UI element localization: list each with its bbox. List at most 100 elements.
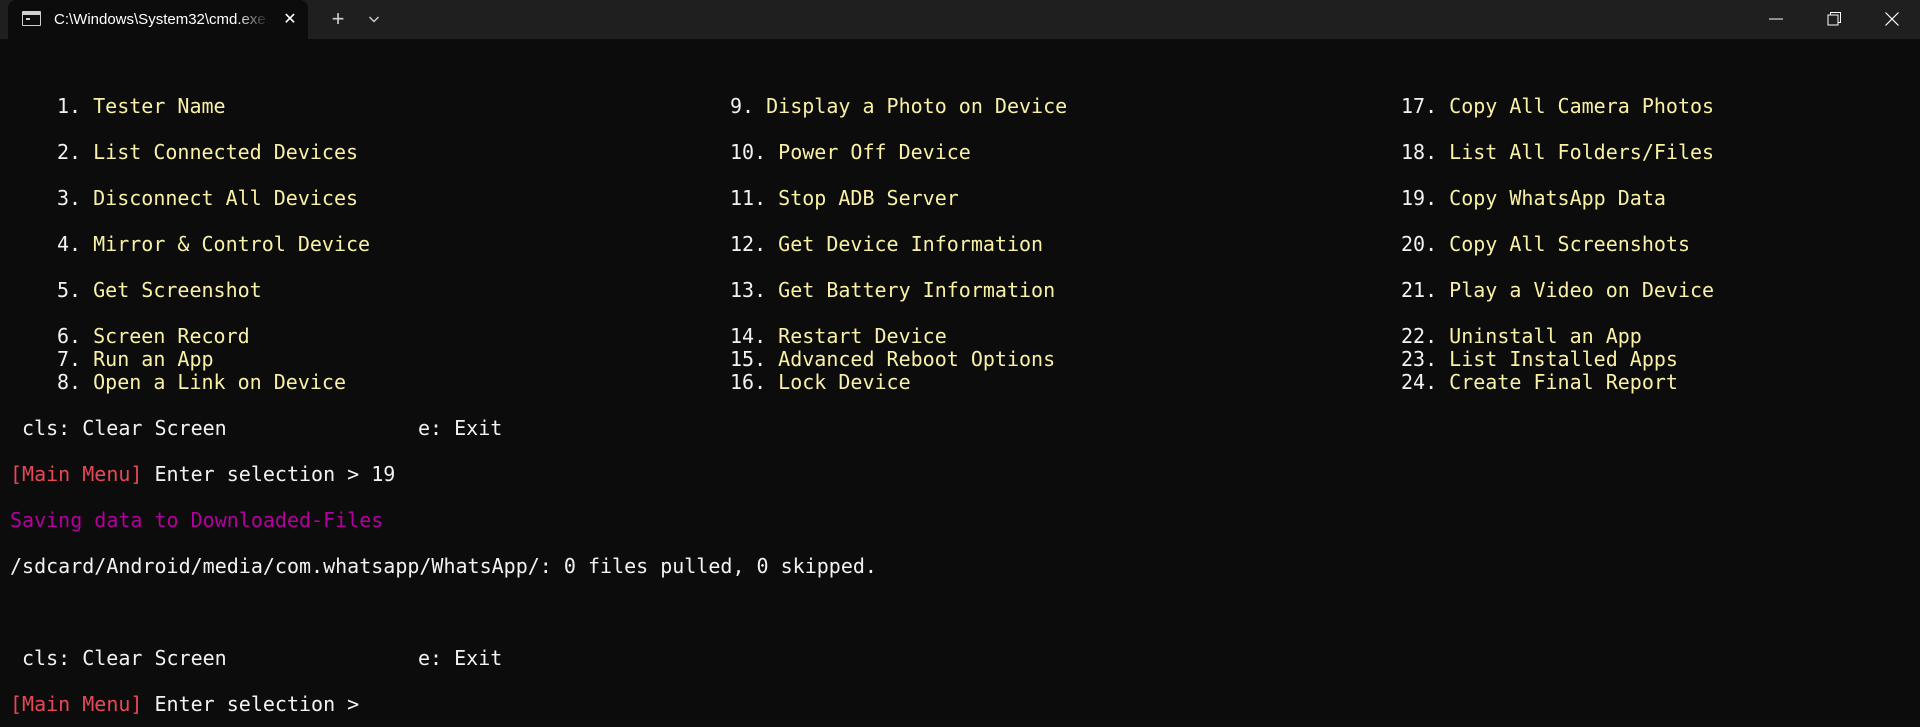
terminal-output[interactable]: 1. Tester Name 2. List Connected Devices… xyxy=(0,39,1920,727)
menu-item-number: 1. xyxy=(57,94,82,118)
menu-item: 22. Uninstall an App xyxy=(1401,324,1642,348)
close-tab-icon[interactable]: ✕ xyxy=(280,10,300,30)
tab-dropdown-button[interactable] xyxy=(362,6,386,32)
menu-item: 12. Get Device Information xyxy=(730,232,1043,256)
menu-item-label: Disconnect All Devices xyxy=(93,186,359,210)
shortcut-exit: e: Exit xyxy=(418,416,503,440)
menu-item-number: 5. xyxy=(57,278,82,302)
saving-message: Saving data to Downloaded-Files xyxy=(10,508,384,532)
menu-item-label: Play a Video on Device xyxy=(1449,278,1715,302)
menu-item-label: Stop ADB Server xyxy=(778,186,959,210)
menu-item: 15. Advanced Reboot Options xyxy=(730,347,1055,371)
menu-item-number: 10. xyxy=(730,140,767,164)
menu-item-label: Restart Device xyxy=(778,324,947,348)
menu-item: 7. Run an App xyxy=(57,347,214,371)
menu-item-number: 17. xyxy=(1401,94,1438,118)
menu-item-number: 13. xyxy=(730,278,767,302)
menu-item: 2. List Connected Devices xyxy=(57,140,358,164)
menu-item-number: 12. xyxy=(730,232,767,256)
menu-item-number: 22. xyxy=(1401,324,1438,348)
prompt-line: [Main Menu] Enter selection > 19 xyxy=(10,462,395,486)
menu-item-label: Screen Record xyxy=(93,324,250,348)
menu-item-number: 8. xyxy=(57,370,82,394)
prompt-line[interactable]: [Main Menu] Enter selection > xyxy=(10,692,371,716)
menu-item: 14. Restart Device xyxy=(730,324,947,348)
menu-item-label: Display a Photo on Device xyxy=(766,94,1068,118)
menu-item-label: Get Screenshot xyxy=(93,278,262,302)
shortcut-clear: cls: Clear Screen xyxy=(22,646,227,670)
restore-button[interactable] xyxy=(1805,0,1863,38)
restore-icon xyxy=(1827,12,1841,26)
menu-item: 11. Stop ADB Server xyxy=(730,186,959,210)
title-bar: C:\Windows\System32\cmd.exe ✕ + xyxy=(0,0,1920,39)
menu-item-number: 19. xyxy=(1401,186,1438,210)
prompt-text: Enter selection > xyxy=(142,462,372,486)
minimize-icon xyxy=(1769,18,1783,20)
menu-item: 21. Play a Video on Device xyxy=(1401,278,1714,302)
menu-item-number: 6. xyxy=(57,324,82,348)
menu-item-number: 3. xyxy=(57,186,82,210)
menu-item: 5. Get Screenshot xyxy=(57,278,262,302)
menu-item: 23. List Installed Apps xyxy=(1401,347,1678,371)
menu-item-number: 9. xyxy=(730,94,755,118)
menu-item-number: 18. xyxy=(1401,140,1438,164)
prompt-text: Enter selection > xyxy=(142,692,372,716)
menu-item-number: 15. xyxy=(730,347,767,371)
menu-item-label: Run an App xyxy=(93,347,214,371)
chevron-down-icon xyxy=(369,16,379,23)
menu-item: 16. Lock Device xyxy=(730,370,911,394)
menu-item-number: 11. xyxy=(730,186,767,210)
menu-item: 3. Disconnect All Devices xyxy=(57,186,358,210)
menu-item: 8. Open a Link on Device xyxy=(57,370,346,394)
menu-item-label: Advanced Reboot Options xyxy=(778,347,1056,371)
menu-item-number: 21. xyxy=(1401,278,1438,302)
shortcut-clear: cls: Clear Screen xyxy=(22,416,227,440)
menu-item-label: Copy All Screenshots xyxy=(1449,232,1690,256)
menu-item-number: 24. xyxy=(1401,370,1438,394)
menu-item-label: Get Device Information xyxy=(778,232,1044,256)
menu-item-label: List Connected Devices xyxy=(93,140,359,164)
menu-item-number: 2. xyxy=(57,140,82,164)
menu-item: 6. Screen Record xyxy=(57,324,250,348)
menu-item-label: Copy WhatsApp Data xyxy=(1449,186,1666,210)
menu-item: 20. Copy All Screenshots xyxy=(1401,232,1690,256)
menu-item-number: 4. xyxy=(57,232,82,256)
pull-result: /sdcard/Android/media/com.whatsapp/Whats… xyxy=(10,554,877,578)
menu-item: 10. Power Off Device xyxy=(730,140,971,164)
prompt-tag: [Main Menu] xyxy=(10,692,143,716)
minimize-button[interactable] xyxy=(1747,0,1805,38)
menu-item-number: 7. xyxy=(57,347,82,371)
shortcut-exit: e: Exit xyxy=(418,646,503,670)
menu-item-label: Tester Name xyxy=(93,94,226,118)
menu-item-label: Create Final Report xyxy=(1449,370,1678,394)
menu-item-number: 14. xyxy=(730,324,767,348)
menu-item: 1. Tester Name xyxy=(57,94,226,118)
close-window-button[interactable] xyxy=(1863,0,1920,38)
menu-item-label: Copy All Camera Photos xyxy=(1449,94,1715,118)
terminal-window: C:\Windows\System32\cmd.exe ✕ + 1. Teste… xyxy=(0,0,1920,727)
menu-item: 24. Create Final Report xyxy=(1401,370,1678,394)
menu-item-label: List Installed Apps xyxy=(1449,347,1678,371)
menu-item-label: Mirror & Control Device xyxy=(93,232,371,256)
menu-item: 18. List All Folders/Files xyxy=(1401,140,1714,164)
menu-item-number: 20. xyxy=(1401,232,1438,256)
cmd-icon xyxy=(22,11,41,26)
close-icon xyxy=(1885,12,1899,26)
tab-title: C:\Windows\System32\cmd.exe xyxy=(54,11,266,28)
active-tab[interactable]: C:\Windows\System32\cmd.exe ✕ xyxy=(8,0,308,39)
prompt-tag: [Main Menu] xyxy=(10,462,143,486)
menu-item-label: Lock Device xyxy=(778,370,911,394)
menu-item-number: 16. xyxy=(730,370,767,394)
menu-item-label: Get Battery Information xyxy=(778,278,1056,302)
menu-item-label: Open a Link on Device xyxy=(93,370,347,394)
new-tab-button[interactable]: + xyxy=(325,6,351,32)
menu-item: 4. Mirror & Control Device xyxy=(57,232,370,256)
menu-item-label: Uninstall an App xyxy=(1449,324,1642,348)
menu-item-label: Power Off Device xyxy=(778,140,971,164)
menu-item-number: 23. xyxy=(1401,347,1438,371)
menu-item: 9. Display a Photo on Device xyxy=(730,94,1067,118)
menu-item-label: List All Folders/Files xyxy=(1449,140,1715,164)
menu-item: 13. Get Battery Information xyxy=(730,278,1055,302)
menu-item: 19. Copy WhatsApp Data xyxy=(1401,186,1666,210)
menu-item: 17. Copy All Camera Photos xyxy=(1401,94,1714,118)
